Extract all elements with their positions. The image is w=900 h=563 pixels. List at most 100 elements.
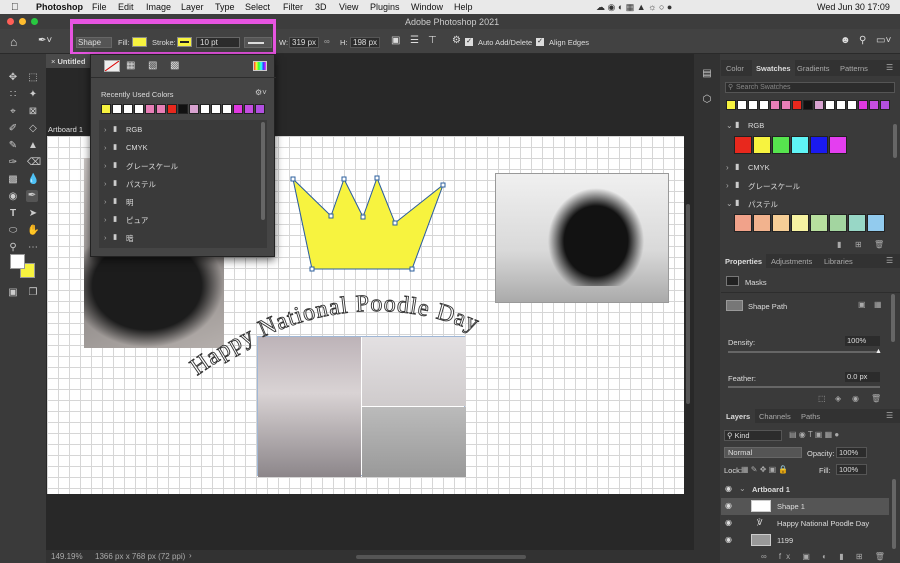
popup-folder-dark[interactable]: › ▮ 暗 — [99, 229, 267, 247]
user-icon[interactable]: ☻ — [840, 35, 851, 46]
search-icon[interactable]: ⚲ — [859, 35, 866, 46]
minimize-button[interactable] — [19, 18, 26, 25]
layers-footer-icons[interactable]: ∞ fx ▣ ◐ ▮ ⊞ 🗑 — [761, 552, 890, 561]
fill-swatch[interactable] — [132, 37, 147, 47]
tab-swatches[interactable]: Swatches — [752, 60, 795, 76]
brush-tool-icon[interactable]: ✎ — [7, 140, 19, 152]
color-swatch[interactable] — [803, 100, 813, 110]
popup-folder-cmyk[interactable]: › ▮ CMYK — [99, 139, 267, 157]
color-swatch[interactable] — [734, 136, 752, 154]
color-swatch[interactable] — [189, 104, 199, 114]
artboard-label[interactable]: Artboard 1 — [48, 125, 83, 134]
menu-edit[interactable]: Edit — [118, 2, 134, 12]
color-swatch[interactable] — [869, 100, 879, 110]
color-swatch[interactable] — [810, 136, 828, 154]
color-swatch[interactable] — [791, 136, 809, 154]
visibility-eye-icon[interactable]: ◉ — [725, 535, 732, 544]
popup-folder-grayscale[interactable]: › ▮ グレースケール — [99, 157, 267, 175]
3d-panel-icon[interactable]: ⬡ — [701, 94, 713, 106]
color-swatch[interactable] — [753, 136, 771, 154]
color-swatch[interactable] — [123, 104, 133, 114]
select-mask-icon[interactable]: ▦ — [874, 300, 882, 309]
pen-tool-icon[interactable]: ✒˅ — [38, 35, 52, 46]
color-swatch[interactable] — [880, 100, 890, 110]
tool-mode-select[interactable]: Shape — [76, 37, 112, 48]
color-swatch[interactable] — [829, 136, 847, 154]
color-swatch[interactable] — [836, 100, 846, 110]
add-vector-mask-icon[interactable]: ▣ — [858, 300, 866, 309]
swatches-folder-cmyk[interactable]: › ▮ CMYK — [721, 161, 900, 175]
zoom-level[interactable]: 149.19% — [51, 552, 83, 561]
tab-color[interactable]: Color — [726, 64, 744, 73]
menu-filter[interactable]: Filter — [283, 2, 303, 12]
popup-scrollbar[interactable] — [261, 122, 265, 220]
lasso-tool-icon[interactable]: ∷ — [7, 89, 19, 101]
stamp-tool-icon[interactable]: ▲ — [27, 140, 39, 152]
path-selection-icon[interactable]: ➤ — [27, 208, 39, 220]
density-slider[interactable] — [728, 351, 880, 353]
gradient-tool-icon[interactable]: ▩ — [7, 174, 19, 186]
align-edges-checkbox[interactable]: ✓ — [536, 38, 544, 46]
color-swatch[interactable] — [156, 104, 166, 114]
tab-adjustments[interactable]: Adjustments — [771, 257, 812, 266]
gradient-button[interactable]: ▧ — [148, 60, 164, 72]
menu-image[interactable]: Image — [146, 2, 171, 12]
new-swatch-icon[interactable]: ⊞ — [855, 240, 862, 249]
color-swatch[interactable] — [792, 100, 802, 110]
more-tools-icon[interactable]: ⋯ — [27, 242, 39, 254]
color-swatch[interactable] — [770, 100, 780, 110]
color-swatch[interactable] — [825, 100, 835, 110]
popup-folder-rgb[interactable]: › ▮ RGB — [99, 121, 267, 139]
crop-tool-icon[interactable]: ⌖ — [7, 106, 19, 118]
swatches-folder-rgb[interactable]: ⌄ ▮ RGB — [721, 119, 900, 133]
auto-add-delete-checkbox[interactable]: ✓ — [465, 38, 473, 46]
workspace-icon[interactable]: ▭˅ — [876, 35, 891, 46]
popup-gear-icon[interactable]: ⚙˅ — [255, 88, 267, 97]
width-input[interactable]: 319 px — [289, 37, 319, 48]
blend-mode-select[interactable]: Normal — [724, 447, 802, 458]
color-swatch[interactable] — [748, 100, 758, 110]
link-icon[interactable]: ∞ — [324, 37, 330, 46]
history-brush-icon[interactable]: ✑ — [7, 157, 19, 169]
artboard-tool-icon[interactable]: ⬚ — [27, 72, 39, 84]
crown-shape[interactable] — [292, 176, 445, 270]
expand-artboard-icon[interactable]: ⌄ — [739, 484, 746, 493]
swatches-folder-grayscale[interactable]: › ▮ グレースケール — [721, 179, 900, 193]
menu-3d[interactable]: 3D — [315, 2, 327, 12]
dodge-tool-icon[interactable]: ◉ — [7, 191, 19, 203]
swatches-folder-pastel[interactable]: ⌄ ▮ パステル — [721, 197, 900, 211]
status-menu-chevron-icon[interactable]: › — [189, 551, 192, 560]
height-input[interactable]: 198 px — [350, 37, 380, 48]
swatches-panel-menu-icon[interactable]: ☰ — [886, 63, 893, 72]
frame-tool-icon[interactable]: ⊠ — [27, 106, 39, 118]
close-button[interactable] — [7, 18, 14, 25]
magic-wand-icon[interactable]: ✦ — [27, 89, 39, 101]
color-swatch[interactable] — [178, 104, 188, 114]
menu-type[interactable]: Type — [215, 2, 235, 12]
zoom-tool-icon[interactable]: ⚲ — [7, 242, 19, 254]
path-arrangement-icon[interactable]: ⊤ — [428, 35, 437, 46]
popup-folder-pure[interactable]: › ▮ ピュア — [99, 211, 267, 229]
color-swatch[interactable] — [233, 104, 243, 114]
eyedropper-icon[interactable]: ✐ — [7, 123, 19, 135]
tab-paths[interactable]: Paths — [801, 412, 820, 421]
properties-scrollbar[interactable] — [891, 294, 895, 342]
close-tab-icon[interactable]: × — [51, 57, 55, 66]
color-swatch[interactable] — [726, 100, 736, 110]
menu-layer[interactable]: Layer — [181, 2, 204, 12]
home-icon[interactable]: ⌂ — [10, 35, 17, 49]
stroke-width-input[interactable]: 10 pt — [196, 37, 240, 48]
menu-plugins[interactable]: Plugins — [370, 2, 400, 12]
tab-libraries[interactable]: Libraries — [824, 257, 853, 266]
layers-scrollbar[interactable] — [892, 479, 896, 549]
color-swatch[interactable] — [200, 104, 210, 114]
foreground-color-swatch[interactable] — [10, 254, 25, 269]
tab-layers[interactable]: Layers — [721, 409, 756, 423]
layer-row-photo[interactable]: ◉ 1199 — [721, 532, 889, 549]
color-swatch[interactable] — [734, 214, 752, 232]
color-swatch[interactable] — [134, 104, 144, 114]
density-slider-thumb[interactable]: ▲ — [875, 348, 882, 355]
menu-window[interactable]: Window — [411, 2, 443, 12]
eraser-icon[interactable]: ⌫ — [27, 157, 41, 169]
type-tool-icon[interactable]: T — [7, 208, 19, 220]
